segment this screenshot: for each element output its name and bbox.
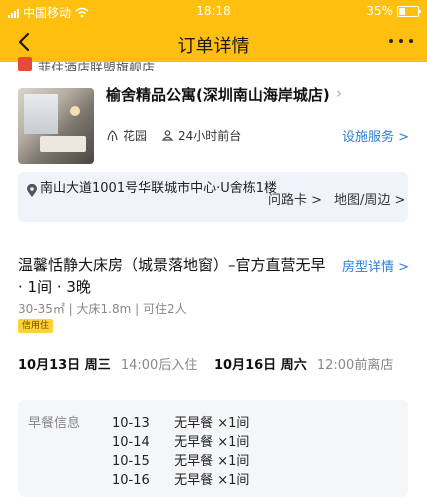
route-card-button[interactable]: 问路卡 > xyxy=(268,189,322,208)
hotel-name[interactable]: 榆舍精品公寓(深圳南山海岸城店) xyxy=(106,84,330,105)
breakfast-date: 10-15 xyxy=(112,454,150,469)
amenity-label: 24小时前台 xyxy=(178,129,242,143)
breakfast-date: 10-14 xyxy=(112,435,150,450)
battery-group: 35% xyxy=(366,4,421,18)
breakfast-date: 10-13 xyxy=(112,416,150,431)
store-icon xyxy=(18,57,32,71)
battery-percent: 35% xyxy=(366,4,393,18)
amenity-item: 花园 xyxy=(106,127,147,144)
breakfast-value: 无早餐 ×1间 xyxy=(174,473,250,488)
clock: 18:18 xyxy=(196,4,231,18)
header-bar: 中国移动 18:18 35% 订单详情 xyxy=(0,0,427,62)
map-nearby-button[interactable]: 地图/周边 > xyxy=(334,189,405,208)
store-banner-label: 菲住酒店联盟旗舰店 xyxy=(38,62,156,71)
page-title: 订单详情 xyxy=(177,36,250,57)
checkin-time: 14:00后入住 xyxy=(120,358,198,373)
checkin-date: 10月13日 周三 xyxy=(18,358,111,373)
breakfast-label: 早餐信息 xyxy=(28,416,81,431)
breakfast-row: 10-13 无早餐 ×1间 xyxy=(112,412,249,431)
reception-icon xyxy=(161,130,174,141)
amenity-label: 花园 xyxy=(123,129,148,143)
room-detail-link[interactable]: 房型详情 > xyxy=(342,256,409,275)
garden-icon xyxy=(107,130,118,141)
breakfast-row: 10-16 无早餐 ×1间 xyxy=(112,469,249,488)
breakfast-row: 10-14 无早餐 ×1间 xyxy=(112,431,249,450)
breakfast-value: 无早餐 ×1间 xyxy=(174,435,250,450)
breakfast-value: 无早餐 ×1间 xyxy=(174,416,250,431)
location-pin-icon xyxy=(27,184,37,197)
breakfast-value: 无早餐 ×1间 xyxy=(174,454,250,469)
amenity-item: 24小时前台 xyxy=(161,127,241,144)
checkout-time: 12:00前离店 xyxy=(316,358,394,373)
checkin-info: 10月13日 周三 14:00后入住 xyxy=(18,354,197,373)
breakfast-row: 10-15 无早餐 ×1间 xyxy=(112,450,249,469)
breakfast-card: 早餐信息 10-13 无早餐 ×1间 10-14 无早餐 ×1间 10-15 无… xyxy=(18,400,408,497)
checkout-date: 10月16日 周六 xyxy=(214,358,307,373)
more-icon[interactable] xyxy=(389,36,413,46)
battery-icon xyxy=(397,5,421,17)
amenity-list: 花园 24小时前台 xyxy=(106,127,241,144)
address-card: 南山大道1001号华联城市中心·U舍栋1楼 问路卡 > 地图/周边 > xyxy=(18,172,408,222)
facility-service-link[interactable]: 设施服务 > xyxy=(342,126,409,145)
checkout-info: 10月16日 周六 12:00前离店 xyxy=(214,354,393,373)
status-bar: 中国移动 18:18 35% xyxy=(0,0,427,22)
address-text: 南山大道1001号华联城市中心·U舍栋1楼 xyxy=(40,181,278,196)
hotel-chevron-icon[interactable]: › xyxy=(336,84,342,102)
credit-stay-badge: 信用住 xyxy=(18,319,54,333)
breakfast-date: 10-16 xyxy=(112,473,150,488)
room-title: 温馨恬静大床房（城景落地窗）–官方直营无早 · 1间 · 3晚 xyxy=(18,256,326,296)
store-banner[interactable]: 菲住酒店联盟旗舰店 xyxy=(18,57,155,71)
hotel-photo[interactable] xyxy=(18,88,94,164)
room-spec: 30-35㎡ | 大床1.8m | 可住2人 xyxy=(18,302,187,316)
